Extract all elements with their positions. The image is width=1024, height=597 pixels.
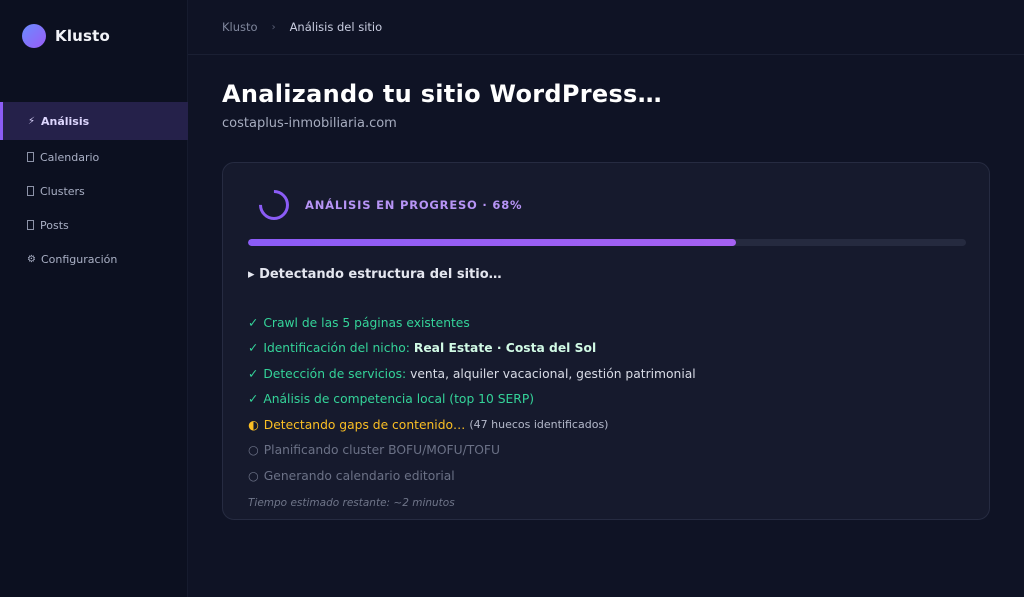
sidebar-item-label: Clusters <box>40 184 85 198</box>
breadcrumb-current: Análisis del sitio <box>289 20 383 34</box>
sidebar-item-analisis[interactable]: ⚡ Análisis <box>0 102 188 140</box>
step-text: Análisis de competencia local (top 10 SE… <box>263 392 535 407</box>
page-title: Analizando tu sitio WordPress… <box>222 80 662 108</box>
check-icon: ✓ <box>248 366 259 381</box>
sidebar: Klusto ⚡ Análisis Calendario Clusters Po… <box>0 0 188 597</box>
progress-label: ANÁLISIS EN PROGRESO · 68% <box>305 198 523 212</box>
half-circle-icon: ◐ <box>248 417 259 432</box>
posts-icon <box>27 220 34 230</box>
sidebar-item-label: Análisis <box>41 114 90 128</box>
breadcrumb-root-link[interactable]: Klusto <box>222 20 258 34</box>
step-text: Identificación del nicho: <box>263 341 410 356</box>
spinner-icon <box>252 183 296 227</box>
step-text: Crawl de las 5 páginas existentes <box>263 315 470 330</box>
circle-icon: ○ <box>248 468 259 483</box>
brand-logo-icon <box>22 24 46 48</box>
site-domain: costaplus-inmobiliaria.com <box>222 116 397 131</box>
clusters-icon <box>27 186 34 196</box>
progress-bar-fill <box>248 239 737 246</box>
current-stage-label: Detectando estructura del sitio… <box>259 267 502 282</box>
check-icon: ✓ <box>248 341 259 356</box>
circle-icon: ○ <box>248 443 259 458</box>
step-item: ○ Planificando cluster BOFU/MOFU/TOFU <box>248 438 968 464</box>
breadcrumb: Klusto › Análisis del sitio <box>188 0 1024 55</box>
step-text: Detectando gaps de contenido… <box>263 417 466 432</box>
services-value: venta, alquiler vacacional, gestión patr… <box>410 366 696 381</box>
triangle-right-icon: ▸ <box>248 267 255 282</box>
step-text: Detección de servicios: <box>263 366 407 381</box>
sidebar-item-configuracion[interactable]: ⚙ Configuración <box>0 242 188 276</box>
sidebar-item-clusters[interactable]: Clusters <box>0 174 188 208</box>
analysis-progress-card: ANÁLISIS EN PROGRESO · 68% ▸ Detectando … <box>222 162 990 520</box>
step-item: ◐ Detectando gaps de contenido… (47 huec… <box>248 412 968 438</box>
step-text: Generando calendario editorial <box>263 468 455 483</box>
calendar-icon <box>27 152 34 162</box>
step-item: ✓ Identificación del nicho: Real Estate … <box>248 336 968 362</box>
niche-value: Real Estate · Costa del Sol <box>413 341 597 356</box>
chevron-right-icon: › <box>271 21 276 33</box>
step-item: ○ Generando calendario editorial <box>248 463 968 489</box>
step-text: Planificando cluster BOFU/MOFU/TOFU <box>263 443 500 458</box>
gear-icon: ⚙ <box>27 253 36 265</box>
estimated-time: Tiempo estimado restante: ~2 minutos <box>248 497 455 509</box>
sidebar-item-label: Calendario <box>40 150 100 164</box>
sidebar-nav: ⚡ Análisis Calendario Clusters Posts ⚙ C… <box>0 102 188 276</box>
step-list: ✓ Crawl de las 5 páginas existentes ✓ Id… <box>248 310 968 489</box>
current-stage: ▸ Detectando estructura del sitio… <box>248 267 502 282</box>
step-item: ✓ Detección de servicios: venta, alquile… <box>248 361 968 387</box>
step-item: ✓ Análisis de competencia local (top 10 … <box>248 387 968 413</box>
sidebar-item-label: Posts <box>40 218 69 232</box>
check-icon: ✓ <box>248 392 259 407</box>
lightning-icon: ⚡ <box>27 115 36 127</box>
sidebar-item-label: Configuración <box>41 252 118 266</box>
step-note: (47 huecos identificados) <box>469 418 609 432</box>
progress-bar <box>248 239 966 246</box>
brand[interactable]: Klusto <box>22 24 110 48</box>
check-icon: ✓ <box>248 315 259 330</box>
sidebar-item-posts[interactable]: Posts <box>0 208 188 242</box>
brand-name: Klusto <box>55 27 111 45</box>
step-item: ✓ Crawl de las 5 páginas existentes <box>248 310 968 336</box>
sidebar-item-calendario[interactable]: Calendario <box>0 140 188 174</box>
